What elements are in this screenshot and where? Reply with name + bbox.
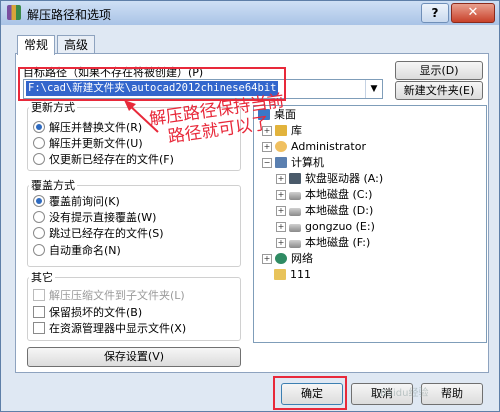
- tree-item-label: Administrator: [291, 140, 366, 153]
- disk-icon: [289, 224, 301, 232]
- tree-item-label: gongzuo (E:): [305, 220, 375, 233]
- tree-item-label: 库: [291, 124, 302, 137]
- tree-item-disk-e[interactable]: + gongzuo (E:): [276, 220, 375, 234]
- tree-item-computer[interactable]: − 计算机: [262, 156, 324, 170]
- radio-label: 跳过已经存在的文件(S): [49, 227, 164, 240]
- tree-item-label: 软盘驱动器 (A:): [305, 172, 384, 185]
- radio-button[interactable]: [33, 153, 45, 165]
- collapse-icon[interactable]: −: [262, 158, 272, 168]
- radio-update-existing[interactable]: 仅更新已经存在的文件(F): [33, 153, 174, 167]
- tree-item-label: 本地磁盘 (D:): [305, 204, 374, 217]
- user-icon: [275, 141, 287, 152]
- expand-icon[interactable]: +: [276, 238, 286, 248]
- tree-item-label: 本地磁盘 (C:): [305, 188, 373, 201]
- ok-highlight-box: [273, 376, 347, 410]
- title-help-button[interactable]: ?: [421, 3, 449, 23]
- expand-icon[interactable]: +: [276, 222, 286, 232]
- floppy-icon: [289, 173, 301, 184]
- radio-label: 仅更新已经存在的文件(F): [49, 153, 174, 166]
- radio-label: 没有提示直接覆盖(W): [49, 211, 157, 224]
- radio-skip-existing[interactable]: 跳过已经存在的文件(S): [33, 227, 164, 241]
- overwrite-mode-title: 覆盖方式: [29, 177, 77, 193]
- tab-advanced[interactable]: 高级: [57, 35, 96, 54]
- tree-item-administrator[interactable]: + Administrator: [262, 140, 366, 154]
- checkbox[interactable]: [33, 322, 45, 334]
- tree-item-disk-c[interactable]: + 本地磁盘 (C:): [276, 188, 372, 202]
- tree-item-label: 本地磁盘 (F:): [305, 236, 371, 249]
- checkbox-show-in-explorer[interactable]: 在资源管理器中显示文件(X): [33, 322, 186, 336]
- radio-label: 自动重命名(N): [49, 244, 121, 257]
- checkbox-keep-broken-files[interactable]: 保留损坏的文件(B): [33, 306, 142, 320]
- expand-icon[interactable]: +: [276, 174, 286, 184]
- window-title: 解压路径和选项: [27, 8, 112, 22]
- title-bar: 解压路径和选项 ? ✕: [1, 1, 499, 25]
- save-settings-button[interactable]: 保存设置(V): [27, 347, 241, 367]
- expand-icon[interactable]: +: [276, 206, 286, 216]
- computer-icon: [275, 157, 287, 168]
- radio-button[interactable]: [33, 195, 45, 207]
- new-folder-button[interactable]: 新建文件夹(E): [395, 81, 483, 100]
- radio-button[interactable]: [33, 244, 45, 256]
- tree-item-label: 计算机: [291, 156, 324, 169]
- winrar-icon: [7, 5, 21, 20]
- tab-general[interactable]: 常规: [17, 35, 56, 55]
- checkbox-extract-to-subfolder[interactable]: 解压压缩文件到子文件夹(L): [33, 289, 185, 303]
- help-button[interactable]: 帮助: [421, 383, 483, 405]
- show-button[interactable]: 显示(D): [395, 61, 483, 80]
- baidu-watermark: Baidu经验: [380, 388, 429, 399]
- expand-icon[interactable]: +: [262, 254, 272, 264]
- checkbox-label: 保留损坏的文件(B): [49, 306, 143, 319]
- radio-button[interactable]: [33, 211, 45, 223]
- radio-label: 覆盖前询问(K): [49, 195, 120, 208]
- tree-item-111[interactable]: 111: [274, 268, 311, 282]
- chevron-down-icon[interactable]: ▼: [365, 80, 382, 98]
- tree-item-label: 111: [290, 268, 311, 281]
- radio-label: 解压并更新文件(U): [49, 137, 143, 150]
- folder-icon: [274, 269, 286, 280]
- extraction-dialog: 解压路径和选项 ? ✕ 常规 高级 目标路径（如果不存在将被创建）(P) F:\…: [0, 0, 500, 412]
- misc-title: 其它: [29, 269, 55, 285]
- tree-item-label: 网络: [291, 252, 313, 265]
- checkbox[interactable]: [33, 306, 45, 318]
- tree-item-floppy-a[interactable]: + 软盘驱动器 (A:): [276, 172, 383, 186]
- disk-icon: [289, 208, 301, 216]
- checkbox[interactable]: [33, 289, 45, 301]
- checkbox-label: 解压压缩文件到子文件夹(L): [49, 289, 185, 302]
- radio-button[interactable]: [33, 227, 45, 239]
- expand-icon[interactable]: +: [262, 142, 272, 152]
- tree-item-disk-d[interactable]: + 本地磁盘 (D:): [276, 204, 373, 218]
- folder-tree[interactable]: 桌面 + 库 + Administrator − 计算机 + 软盘驱动器 (A:) + 本…: [253, 105, 487, 343]
- network-icon: [275, 253, 287, 264]
- close-button[interactable]: ✕: [451, 3, 495, 23]
- disk-icon: [289, 192, 301, 200]
- update-mode-title: 更新方式: [29, 99, 77, 115]
- disk-icon: [289, 240, 301, 248]
- tree-item-disk-f[interactable]: + 本地磁盘 (F:): [276, 236, 370, 250]
- tree-item-network[interactable]: + 网络: [262, 252, 313, 266]
- radio-button[interactable]: [33, 137, 45, 149]
- checkbox-label: 在资源管理器中显示文件(X): [49, 322, 187, 335]
- radio-auto-rename[interactable]: 自动重命名(N): [33, 244, 121, 258]
- radio-overwrite-without-prompt[interactable]: 没有提示直接覆盖(W): [33, 211, 156, 225]
- radio-ask-before-overwrite[interactable]: 覆盖前询问(K): [33, 195, 120, 209]
- expand-icon[interactable]: +: [276, 190, 286, 200]
- radio-button[interactable]: [33, 121, 45, 133]
- radio-extract-update[interactable]: 解压并更新文件(U): [33, 137, 143, 151]
